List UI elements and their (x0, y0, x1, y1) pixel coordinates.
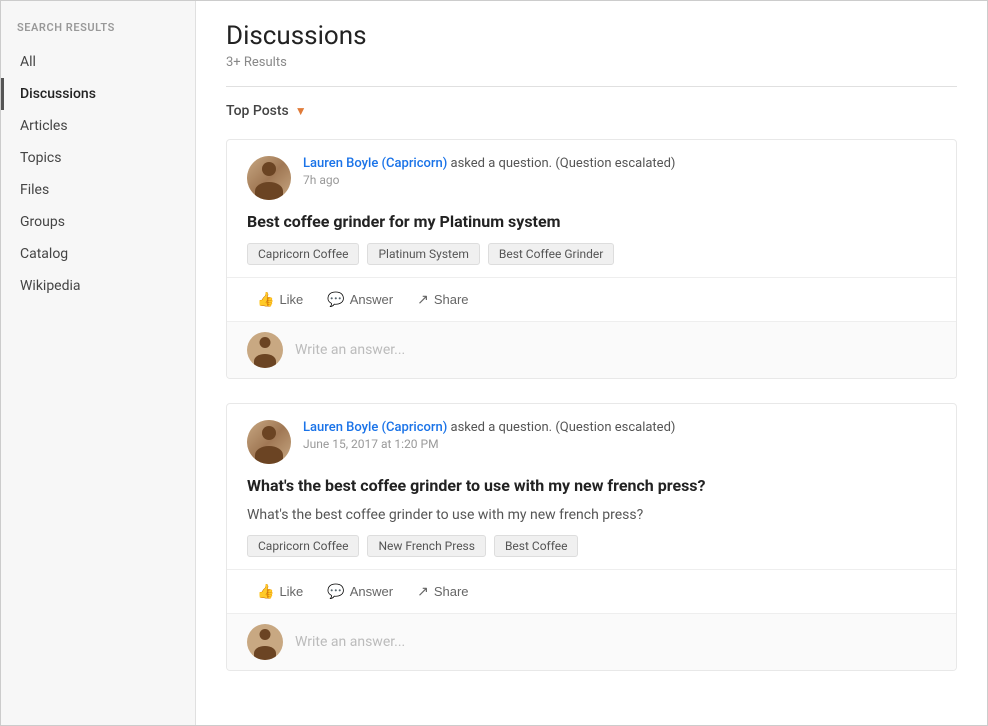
share-button[interactable]: ↗ Share (407, 286, 478, 313)
post-meta: Lauren Boyle (Capricorn) asked a questio… (303, 420, 936, 451)
tag[interactable]: Best Coffee Grinder (488, 243, 614, 265)
answer-icon: 💬 (327, 583, 344, 600)
sidebar-item-wikipedia[interactable]: Wikipedia (1, 270, 195, 302)
post-author-link[interactable]: Lauren Boyle (Capricorn) (303, 420, 447, 435)
answer-avatar (247, 624, 283, 660)
answer-button[interactable]: 💬 Answer (317, 286, 403, 313)
page-title: Discussions (226, 21, 957, 51)
post-header: Lauren Boyle (Capricorn) asked a questio… (247, 156, 936, 200)
sidebar-item-files[interactable]: Files (1, 174, 195, 206)
action-bar: 👍 Like 💬 Answer ↗ Share (227, 569, 956, 613)
post-action-text: asked a question. (Question escalated) (451, 420, 676, 435)
avatar (247, 156, 291, 200)
post-author-line: Lauren Boyle (Capricorn) asked a questio… (303, 420, 936, 435)
post-timestamp: 7h ago (303, 173, 936, 187)
sidebar-item-all[interactable]: All (1, 46, 195, 78)
post-author-line: Lauren Boyle (Capricorn) asked a questio… (303, 156, 936, 171)
share-icon: ↗ (417, 291, 429, 308)
post-body: What's the best coffee grinder to use wi… (227, 507, 956, 523)
like-label: Like (279, 292, 303, 307)
post-content: Lauren Boyle (Capricorn) asked a questio… (227, 140, 956, 200)
like-button[interactable]: 👍 Like (247, 578, 313, 605)
sidebar-header: SEARCH RESULTS (1, 21, 195, 46)
post-card: Lauren Boyle (Capricorn) asked a questio… (226, 403, 957, 671)
avatar-image (247, 156, 291, 200)
post-title: Best coffee grinder for my Platinum syst… (227, 212, 956, 231)
answer-button[interactable]: 💬 Answer (317, 578, 403, 605)
top-posts-label: Top Posts (226, 103, 289, 119)
answer-avatar (247, 332, 283, 368)
tag[interactable]: Capricorn Coffee (247, 535, 359, 557)
sidebar-item-discussions[interactable]: Discussions (1, 78, 195, 110)
answer-placeholder[interactable]: Write an answer... (295, 342, 405, 358)
like-icon: 👍 (257, 291, 274, 308)
post-header: Lauren Boyle (Capricorn) asked a questio… (247, 420, 936, 464)
post-card: Lauren Boyle (Capricorn) asked a questio… (226, 139, 957, 379)
answer-area: Write an answer... (227, 613, 956, 670)
tag[interactable]: Capricorn Coffee (247, 243, 359, 265)
top-posts-bar: Top Posts ▼ (226, 103, 957, 119)
avatar-image (247, 420, 291, 464)
post-content: Lauren Boyle (Capricorn) asked a questio… (227, 404, 956, 464)
divider (226, 86, 957, 87)
post-timestamp: June 15, 2017 at 1:20 PM (303, 437, 936, 451)
share-label: Share (434, 292, 469, 307)
answer-label: Answer (350, 292, 393, 307)
sidebar-item-topics[interactable]: Topics (1, 142, 195, 174)
post-meta: Lauren Boyle (Capricorn) asked a questio… (303, 156, 936, 187)
tag[interactable]: Best Coffee (494, 535, 579, 557)
answer-placeholder[interactable]: Write an answer... (295, 634, 405, 650)
tags-row: Capricorn Coffee New French Press Best C… (227, 535, 956, 557)
post-title: What's the best coffee grinder to use wi… (227, 476, 956, 495)
answer-area: Write an answer... (227, 321, 956, 378)
like-icon: 👍 (257, 583, 274, 600)
post-author-link[interactable]: Lauren Boyle (Capricorn) (303, 156, 447, 171)
like-label: Like (279, 584, 303, 599)
results-count: 3+ Results (226, 55, 957, 70)
action-bar: 👍 Like 💬 Answer ↗ Share (227, 277, 956, 321)
sidebar: SEARCH RESULTS All Discussions Articles … (1, 1, 196, 725)
sidebar-item-catalog[interactable]: Catalog (1, 238, 195, 270)
post-action-text: asked a question. (Question escalated) (451, 156, 676, 171)
like-button[interactable]: 👍 Like (247, 286, 313, 313)
sidebar-item-articles[interactable]: Articles (1, 110, 195, 142)
share-label: Share (434, 584, 469, 599)
share-button[interactable]: ↗ Share (407, 578, 478, 605)
answer-icon: 💬 (327, 291, 344, 308)
top-posts-dropdown-icon[interactable]: ▼ (295, 104, 307, 118)
main-content: Discussions 3+ Results Top Posts ▼ Laure… (196, 1, 987, 725)
share-icon: ↗ (417, 583, 429, 600)
tag[interactable]: Platinum System (367, 243, 479, 265)
sidebar-item-groups[interactable]: Groups (1, 206, 195, 238)
avatar (247, 420, 291, 464)
tag[interactable]: New French Press (367, 535, 486, 557)
tags-row: Capricorn Coffee Platinum System Best Co… (227, 243, 956, 265)
answer-label: Answer (350, 584, 393, 599)
